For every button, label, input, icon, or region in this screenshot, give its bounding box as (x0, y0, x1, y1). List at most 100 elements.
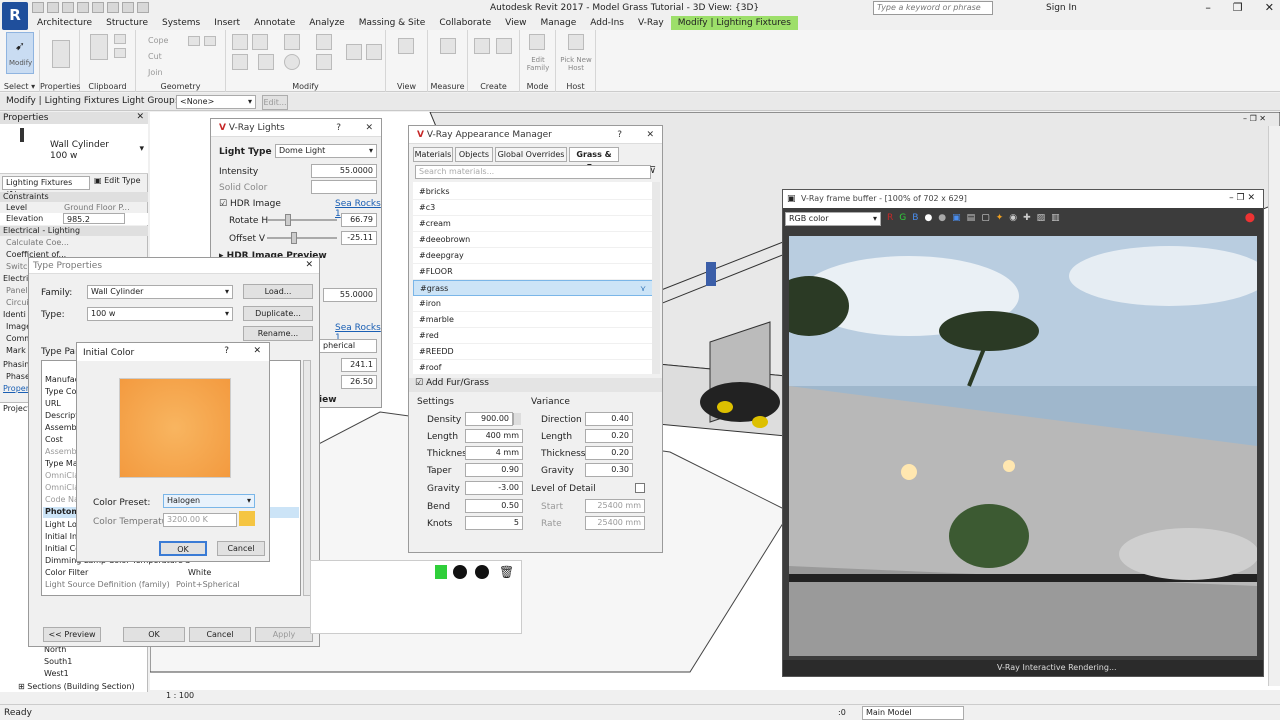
close-icon[interactable]: ✕ (646, 126, 654, 144)
param-initial-color[interactable]: Initial Co (45, 544, 80, 553)
density-spinner[interactable] (513, 413, 521, 425)
browser-item-west1[interactable]: West1 (44, 669, 69, 678)
move-icon[interactable] (232, 54, 248, 70)
offset-v-input[interactable]: -25.11 (341, 231, 377, 245)
view-control-bar[interactable]: 1 : 100 (150, 690, 410, 704)
split-icon[interactable] (316, 34, 332, 50)
ribbon-group-create[interactable]: Create (468, 30, 520, 92)
measure-icon[interactable] (107, 2, 119, 13)
ribbon-group-select[interactable]: ➹ Modify Select ▾ (0, 30, 40, 92)
stamp-icon[interactable]: ▨ (1037, 213, 1046, 223)
taper-input[interactable]: 0.90 (465, 463, 523, 477)
param-manufacturer[interactable]: Manufac (45, 375, 79, 384)
tab-analyze[interactable]: Analyze (302, 16, 351, 30)
r-channel-icon[interactable]: R (887, 213, 893, 223)
elevation-input[interactable]: 985.2 (63, 213, 125, 224)
thickness-input[interactable]: 4 mm (465, 446, 523, 460)
track-mouse-icon[interactable]: ◉ (1009, 213, 1017, 223)
ribbon-group-modify[interactable]: Modify (226, 30, 386, 92)
revit-logo[interactable]: R (2, 2, 28, 30)
properties-icon[interactable] (52, 40, 70, 68)
rate-input[interactable]: 25400 mm (585, 516, 645, 530)
tab-vray[interactable]: V-Ray (631, 16, 671, 30)
color-preset-select[interactable]: Halogen ▾ (163, 494, 255, 508)
material-item[interactable]: #deeobrown (413, 232, 653, 248)
value-input-2650[interactable]: 26.50 (341, 375, 377, 389)
minimize-icon[interactable]: – (1205, 1, 1211, 14)
pick-new-host-button[interactable]: Pick New Host (556, 56, 596, 72)
close-icon[interactable]: ✕ (1265, 1, 1274, 14)
gray-point-icon[interactable]: ● (938, 213, 946, 223)
help-icon[interactable]: ? (336, 119, 341, 137)
color-swatch[interactable] (119, 378, 231, 478)
tab-grass-fur[interactable]: Grass & Fur (569, 147, 619, 172)
ribbon-group-properties[interactable]: Properties (40, 30, 80, 92)
appearance-manager-titlebar[interactable]: V V-Ray Appearance Manager? ✕ (409, 126, 662, 144)
pick-host-icon[interactable] (568, 34, 584, 50)
save-icon[interactable] (47, 2, 59, 13)
material-list-scrollbar[interactable] (652, 182, 660, 374)
help-icon[interactable]: ? (617, 126, 622, 144)
hide-element-icon[interactable] (398, 38, 414, 54)
preview-button[interactable]: << Preview (43, 627, 101, 642)
clear-image-icon[interactable]: ▤ (967, 213, 976, 223)
param-omniclass[interactable]: OmniCla (45, 471, 79, 480)
material-item[interactable]: #bricks (413, 184, 653, 200)
type-ok-button[interactable]: OK (123, 627, 185, 642)
color-temperature-input[interactable]: 3200.00 K (163, 513, 237, 527)
material-item[interactable]: #deepgray (413, 248, 653, 264)
level-of-detail-checkbox[interactable] (635, 483, 645, 493)
ribbon-group-measure[interactable]: Measure (428, 30, 468, 92)
variance-gravity-input[interactable]: 0.30 (585, 463, 633, 477)
tab-insert[interactable]: Insert (207, 16, 247, 30)
load-button[interactable]: Load... (243, 284, 313, 299)
tab-materials[interactable]: Materials (413, 147, 453, 162)
cope-button[interactable]: Cope (148, 36, 168, 45)
filter-icon[interactable]: ⊽ (649, 166, 656, 176)
rename-button[interactable]: Rename... (243, 326, 313, 341)
green-color-swatch[interactable] (435, 565, 447, 579)
solid-color-swatch[interactable] (311, 180, 377, 194)
sign-in-button[interactable]: Sign In (1046, 3, 1077, 13)
render-image[interactable] (789, 236, 1257, 656)
edit-family-button[interactable]: Edit Family (522, 56, 554, 72)
light-type-select[interactable]: Dome Light ▾ (275, 144, 377, 158)
frame-buffer-titlebar[interactable]: ▣ V-Ray frame buffer - [100% of 702 x 62… (783, 190, 1263, 208)
browser-item-south1[interactable]: South1 (44, 657, 72, 666)
tab-add-ins[interactable]: Add-Ins (583, 16, 631, 30)
bend-input[interactable]: 0.50 (465, 499, 523, 513)
elevation-row[interactable]: Elevation 985.2 (0, 213, 148, 225)
density-input[interactable]: 900.00 (465, 412, 513, 426)
appearance-tabs[interactable]: Materials Objects Global Overrides Grass… (413, 147, 619, 172)
variance-thickness-input[interactable]: 0.20 (585, 446, 633, 460)
material-list[interactable]: #bricks #c3 #cream #deeobrown #deepgray … (413, 182, 653, 374)
view-window-controls[interactable]: – ❐ ✕ (1243, 114, 1266, 123)
create-assembly-icon[interactable] (474, 38, 490, 54)
close-icon[interactable]: ✕ (305, 260, 313, 270)
copy-icon[interactable] (114, 34, 126, 44)
param-cost[interactable]: Cost (45, 435, 63, 444)
initial-color-titlebar[interactable]: Initial Color ? ✕ (77, 343, 269, 361)
electrical-lighting-header[interactable]: Electrical - Lighting (0, 226, 148, 236)
instance-filter-select[interactable]: Lighting Fixtures (1) (2, 176, 90, 199)
trash-icon[interactable]: 🗑 (499, 565, 514, 579)
param-omniclass-title[interactable]: OmniCla (45, 483, 79, 492)
slider-thumb[interactable] (291, 232, 297, 244)
knots-input[interactable]: 5 (465, 516, 523, 530)
open-icon[interactable] (32, 2, 44, 13)
fb-window-controls[interactable]: – ❐ ✕ (1229, 193, 1255, 203)
length-input[interactable]: 400 mm (465, 429, 523, 443)
material-item-selected[interactable]: #grass ⋎ (413, 280, 653, 296)
edit-family-icon[interactable] (529, 34, 545, 50)
tab-manage[interactable]: Manage (534, 16, 584, 30)
tab-objects[interactable]: Objects (455, 147, 493, 162)
help-icon[interactable]: ? (224, 346, 229, 356)
cut-button[interactable]: Cut (148, 52, 162, 61)
region-render-icon[interactable]: ▢ (981, 213, 990, 223)
rotate-h-slider[interactable] (267, 214, 337, 226)
material-item[interactable]: #REEDD (413, 344, 653, 360)
tab-view[interactable]: View (498, 16, 533, 30)
tab-structure[interactable]: Structure (99, 16, 155, 30)
variance-length-input[interactable]: 0.20 (585, 429, 633, 443)
ribbon-group-clipboard[interactable]: Clipboard (80, 30, 136, 92)
